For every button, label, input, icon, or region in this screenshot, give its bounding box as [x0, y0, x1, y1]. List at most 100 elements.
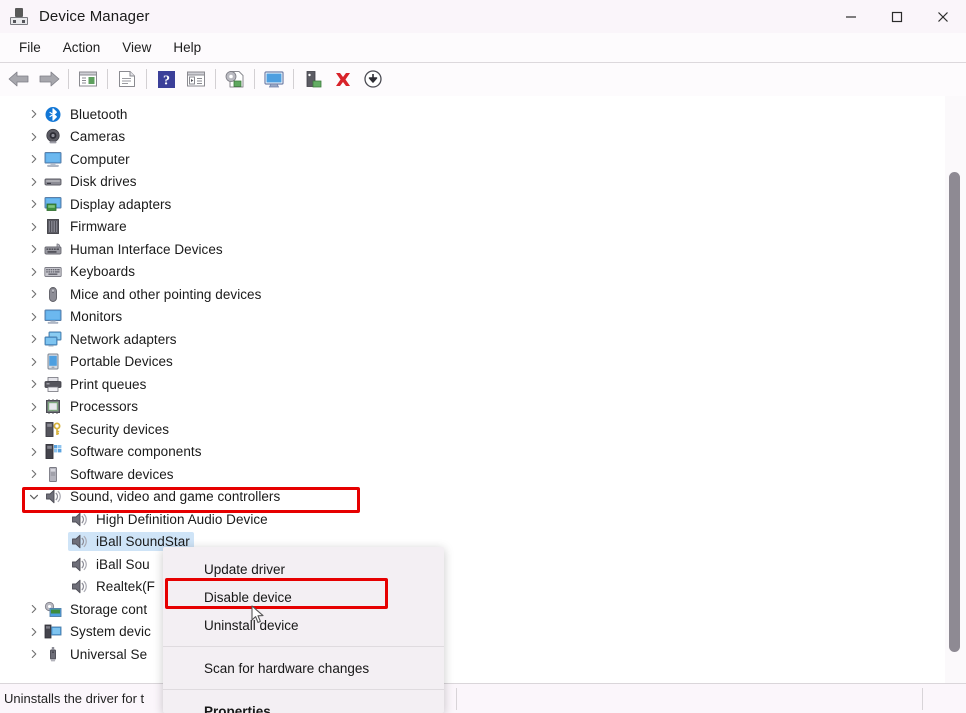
tree-item[interactable]: Firmware [0, 216, 900, 239]
tree-item[interactable]: Software devices [0, 463, 900, 486]
chevron-right-icon[interactable] [26, 624, 42, 640]
chevron-right-icon[interactable] [26, 444, 42, 460]
speaker-icon [70, 556, 88, 573]
window-controls [828, 0, 966, 33]
tree-item-label: Keyboards [70, 264, 135, 280]
enable-device-icon[interactable] [298, 65, 328, 93]
properties-icon[interactable] [112, 65, 142, 93]
tree-item[interactable]: iBall Sou [0, 553, 900, 576]
tree-item[interactable]: Mice and other pointing devices [0, 283, 900, 306]
tree-item[interactable]: Display adapters [0, 193, 900, 216]
chevron-down-icon[interactable] [26, 489, 42, 505]
tree-item[interactable]: System devic [0, 621, 900, 644]
system-device-icon [44, 623, 62, 640]
context-menu: Update driver Disable device Uninstall dev… [163, 547, 444, 713]
chevron-right-icon[interactable] [26, 309, 42, 325]
tree-item[interactable]: Sound, video and game controllers [0, 486, 900, 509]
titlebar: Device Manager [0, 0, 966, 33]
status-divider-2 [922, 688, 923, 710]
update-driver-icon[interactable] [220, 65, 250, 93]
chevron-right-icon[interactable] [26, 421, 42, 437]
tree-item[interactable]: Computer [0, 148, 900, 171]
chevron-right-icon[interactable] [26, 129, 42, 145]
tree-item[interactable]: Print queues [0, 373, 900, 396]
tree-item[interactable]: Keyboards [0, 261, 900, 284]
chevron-right-icon[interactable] [26, 174, 42, 190]
tree-item-label: Software components [70, 444, 202, 460]
computer-icon [44, 151, 62, 168]
back-arrow-icon[interactable] [4, 65, 34, 93]
tree-item-label: Computer [70, 151, 130, 167]
tree-item[interactable]: Security devices [0, 418, 900, 441]
menu-view[interactable]: View [111, 37, 162, 58]
menubar: File Action View Help [0, 33, 966, 62]
toolbar-separator-3 [146, 69, 147, 89]
menu-file[interactable]: File [8, 37, 52, 58]
chevron-right-icon[interactable] [26, 219, 42, 235]
help-icon[interactable]: ? [151, 65, 181, 93]
tree-item[interactable]: Realtek(F [0, 576, 900, 599]
tree-item-label: Monitors [70, 309, 123, 325]
tree-item-label: Universal Se [70, 646, 148, 662]
tree-item[interactable]: Software components [0, 441, 900, 464]
chevron-right-icon[interactable] [26, 241, 42, 257]
tree-item[interactable]: Human Interface Devices [0, 238, 900, 261]
tree-item-label: Storage cont [70, 601, 148, 617]
chevron-right-icon[interactable] [26, 399, 42, 415]
tree-item-label: Display adapters [70, 196, 172, 212]
disable-device-icon[interactable] [358, 65, 388, 93]
ctx-uninstall-device[interactable]: Uninstall device [163, 611, 444, 639]
chevron-right-icon[interactable] [26, 601, 42, 617]
chevron-right-icon[interactable] [26, 466, 42, 482]
chevron-right-icon[interactable] [26, 646, 42, 662]
camera-icon [44, 128, 62, 145]
tree-item[interactable]: Disk drives [0, 171, 900, 194]
ctx-properties[interactable]: Properties [163, 697, 444, 713]
tree-item[interactable]: Storage cont [0, 598, 900, 621]
ctx-disable-device[interactable]: Disable device [163, 583, 444, 611]
show-hide-console-tree-icon[interactable] [73, 65, 103, 93]
tree-item[interactable]: Monitors [0, 306, 900, 329]
ctx-scan-for-hardware-changes[interactable]: Scan for hardware changes [163, 654, 444, 682]
tree-item-content: Mice and other pointing devices [44, 286, 261, 303]
tree-item-content: Monitors [44, 308, 122, 325]
tree-item-label: System devic [70, 624, 151, 640]
tree-item[interactable]: Universal Se [0, 643, 900, 666]
portable-device-icon [44, 353, 62, 370]
tree-item-label: Mice and other pointing devices [70, 286, 262, 302]
chevron-right-icon[interactable] [26, 151, 42, 167]
tree-item[interactable]: Network adapters [0, 328, 900, 351]
vertical-scrollbar[interactable] [945, 96, 966, 683]
maximize-button[interactable] [874, 0, 920, 33]
tree-item[interactable]: Portable Devices [0, 351, 900, 374]
tree-item-content: Software components [44, 443, 202, 460]
tree-item-label: Disk drives [70, 174, 137, 190]
tree-item[interactable]: Cameras [0, 126, 900, 149]
tree-item-content: Bluetooth [44, 106, 128, 123]
menu-help[interactable]: Help [162, 37, 212, 58]
scrollbar-thumb[interactable] [949, 172, 960, 652]
tree-item[interactable]: iBall SoundStar [0, 531, 900, 554]
tree-item-label: Cameras [70, 129, 126, 145]
chevron-right-icon[interactable] [26, 331, 42, 347]
chevron-right-icon[interactable] [26, 106, 42, 122]
tree-item[interactable]: Processors [0, 396, 900, 419]
tree-item[interactable]: Bluetooth [0, 103, 900, 126]
ctx-update-driver[interactable]: Update driver [163, 555, 444, 583]
chevron-right-icon[interactable] [26, 286, 42, 302]
network-adapter-icon [44, 331, 62, 348]
chevron-right-icon[interactable] [26, 354, 42, 370]
scan-hardware-changes-icon[interactable] [259, 65, 289, 93]
forward-arrow-icon[interactable] [34, 65, 64, 93]
menu-action[interactable]: Action [52, 37, 112, 58]
tree-item[interactable]: High Definition Audio Device [0, 508, 900, 531]
minimize-button[interactable] [828, 0, 874, 33]
uninstall-device-icon[interactable] [328, 65, 358, 93]
chevron-right-icon[interactable] [26, 196, 42, 212]
statusbar: Uninstalls the driver for t [0, 683, 966, 713]
tree-item-label: Sound, video and game controllers [70, 489, 281, 505]
chevron-right-icon[interactable] [26, 264, 42, 280]
close-button[interactable] [920, 0, 966, 33]
view-icon[interactable] [181, 65, 211, 93]
chevron-right-icon[interactable] [26, 376, 42, 392]
